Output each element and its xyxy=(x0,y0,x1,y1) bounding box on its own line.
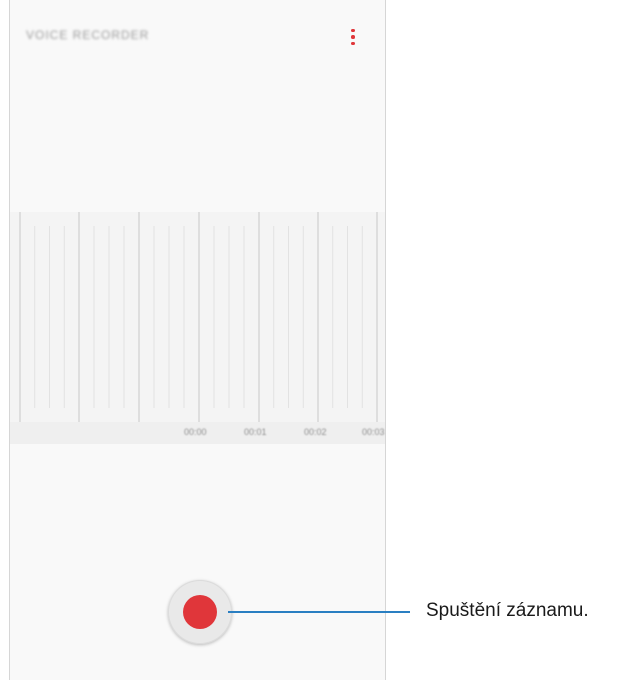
timeline-label: 00:01 xyxy=(244,427,267,437)
waveform-grid xyxy=(19,212,378,422)
callout-label: Spuštění záznamu. xyxy=(426,600,589,621)
record-icon xyxy=(183,595,217,629)
timeline-label: 00:02 xyxy=(304,427,327,437)
record-button[interactable] xyxy=(168,580,232,644)
timeline-label: 00:00 xyxy=(184,427,207,437)
app-title: VOICE RECORDER xyxy=(26,28,150,42)
phone-screen: VOICE RECORDER 00:00 00:01 00:02 00:03 xyxy=(9,0,386,680)
callout-line xyxy=(228,611,410,613)
timeline-strip: 00:00 00:01 00:02 00:03 xyxy=(10,422,385,444)
waveform-area xyxy=(10,212,385,422)
more-options-icon[interactable] xyxy=(341,25,365,49)
timeline-label: 00:03 xyxy=(362,427,385,437)
